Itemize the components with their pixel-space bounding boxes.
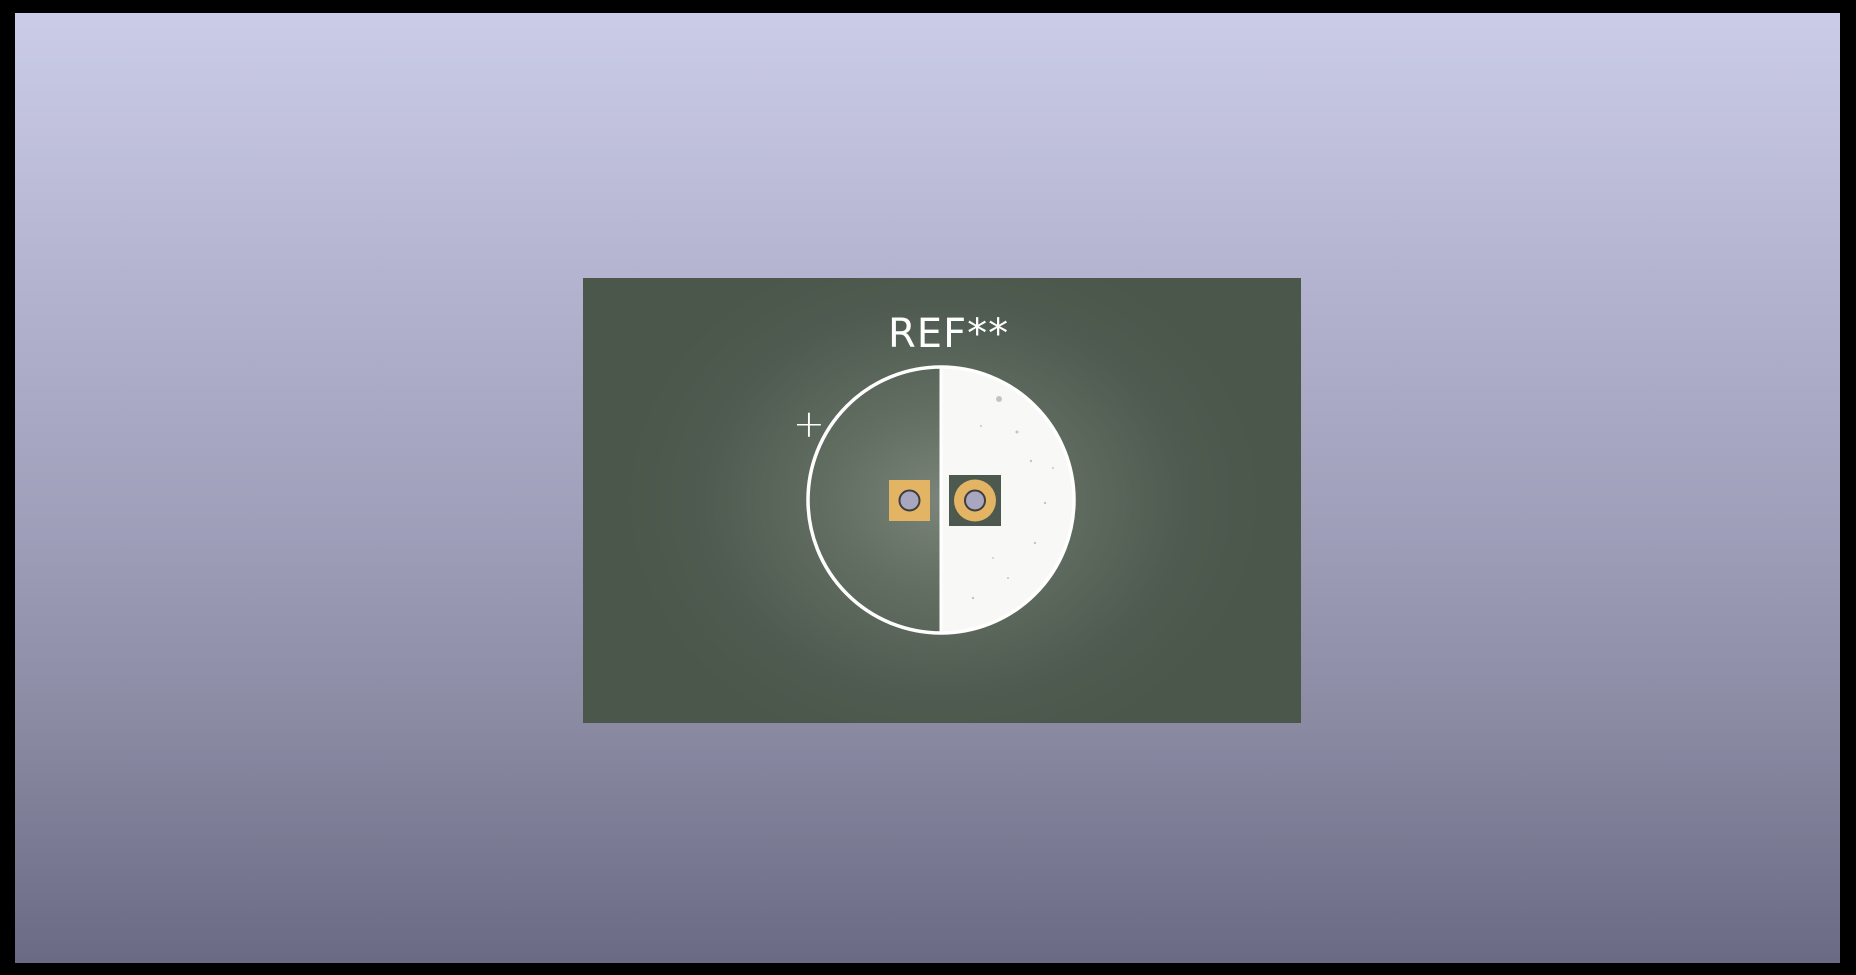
3d-viewer-canvas[interactable]: REF** +: [15, 13, 1840, 963]
reference-designator: REF**: [888, 311, 1010, 357]
pad-1-drill: [898, 489, 921, 512]
pcb-board[interactable]: REF** +: [583, 278, 1301, 723]
pad-2-drill: [964, 489, 986, 512]
polarity-plus-mark: +: [793, 402, 825, 446]
